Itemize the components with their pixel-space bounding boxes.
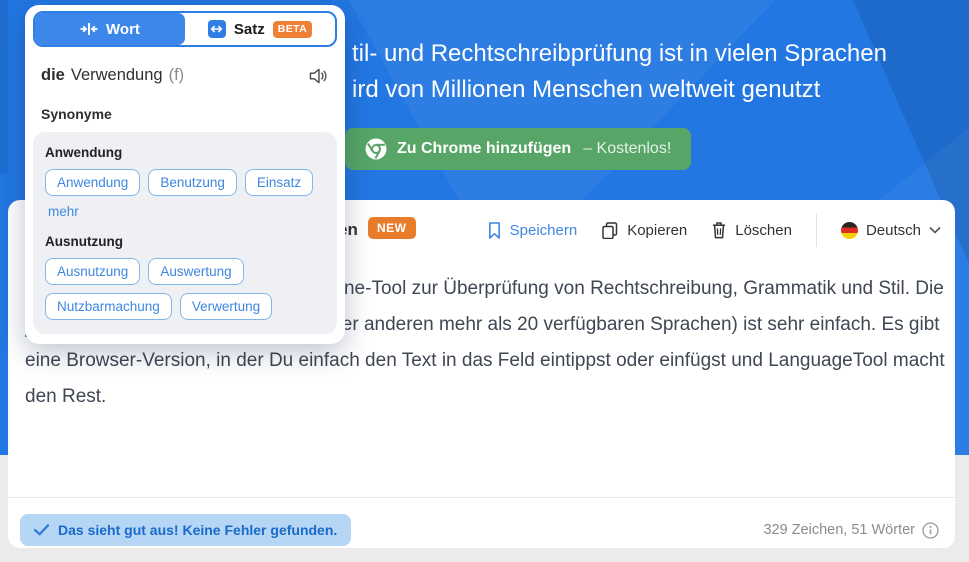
word-width-icon bbox=[80, 22, 98, 36]
tab-word[interactable]: Wort bbox=[35, 13, 185, 45]
info-icon[interactable] bbox=[922, 521, 939, 539]
language-label: Deutsch bbox=[865, 221, 921, 239]
popup-tab-bar: Wort Satz BETA bbox=[33, 11, 337, 47]
chevron-down-icon bbox=[929, 226, 941, 234]
new-badge: NEW bbox=[368, 217, 416, 239]
copy-icon bbox=[601, 221, 619, 239]
word-header: die Verwendung (f) bbox=[25, 66, 345, 85]
speaker-icon bbox=[308, 67, 329, 85]
beta-badge: BETA bbox=[272, 20, 313, 38]
check-icon bbox=[34, 524, 49, 536]
cta-label: Zu Chrome hinzufügen bbox=[397, 140, 572, 157]
synonym-chip[interactable]: Verwertung bbox=[179, 293, 273, 320]
text-line: den Rest. bbox=[25, 386, 107, 407]
status-message: Das sieht gut aus! Keine Fehler gefunden… bbox=[58, 522, 338, 538]
editor-toolbar: Speichern Kopieren Löschen Deutsch bbox=[487, 200, 941, 260]
page: til- und Rechtschreibprüfung ist in viel… bbox=[0, 0, 969, 562]
german-flag-icon bbox=[840, 221, 858, 239]
trash-icon bbox=[711, 221, 727, 239]
hero-headline-line2: ird von Millionen Menschen weltweit genu… bbox=[352, 76, 821, 103]
synonym-chip-row: Ausnutzung Auswertung Nutzbarmachung Ver… bbox=[45, 258, 325, 320]
word-count-text: 329 Zeichen, 51 Wörter bbox=[763, 522, 915, 538]
footer-divider bbox=[8, 497, 955, 498]
text-line: eine Browser-Version, in der Du einfach … bbox=[25, 350, 945, 371]
cta-sublabel: – Kostenlos! bbox=[583, 140, 672, 157]
more-synonyms-link[interactable]: mehr bbox=[48, 204, 79, 219]
synonym-group-label: Ausnutzung bbox=[45, 234, 123, 249]
chrome-icon bbox=[365, 138, 387, 160]
synonym-chip[interactable]: Nutzbarmachung bbox=[45, 293, 172, 320]
word-term: Verwendung bbox=[70, 66, 163, 84]
synonym-chip[interactable]: Ausnutzung bbox=[45, 258, 141, 285]
language-selector[interactable]: Deutsch bbox=[840, 221, 941, 239]
add-to-chrome-button[interactable]: Zu Chrome hinzufügen – Kostenlos! bbox=[345, 128, 692, 170]
synonym-popup: Wort Satz BETA die Verwendung (f) Synony… bbox=[25, 5, 345, 344]
copy-label: Kopieren bbox=[627, 221, 688, 239]
delete-button[interactable]: Löschen bbox=[711, 221, 792, 239]
tab-sentence-label: Satz bbox=[233, 20, 265, 38]
delete-label: Löschen bbox=[735, 221, 792, 239]
synonym-chip[interactable]: Einsatz bbox=[244, 169, 314, 196]
tab-word-label: Wort bbox=[106, 20, 140, 38]
word-article: die bbox=[41, 66, 65, 84]
status-badge: Das sieht gut aus! Keine Fehler gefunden… bbox=[20, 514, 352, 546]
pronounce-button[interactable] bbox=[308, 67, 329, 85]
save-button[interactable]: Speichern bbox=[487, 221, 578, 240]
hero-headline-line1: til- und Rechtschreibprüfung ist in viel… bbox=[352, 40, 887, 67]
copy-button[interactable]: Kopieren bbox=[601, 221, 687, 239]
hero-headline: til- und Rechtschreibprüfung ist in viel… bbox=[352, 36, 887, 108]
word-count: 329 Zeichen, 51 Wörter bbox=[763, 514, 939, 546]
synonyms-title: Synonyme bbox=[41, 106, 112, 122]
double-arrow-icon bbox=[207, 20, 226, 38]
synonyms-box: Anwendung Anwendung Benutzung Einsatz me… bbox=[33, 132, 337, 334]
synonym-chip[interactable]: Auswertung bbox=[148, 258, 244, 285]
tab-sentence[interactable]: Satz BETA bbox=[185, 13, 335, 45]
toolbar-divider bbox=[815, 213, 817, 247]
synonym-chip[interactable]: Benutzung bbox=[148, 169, 237, 196]
synonym-chip-row: Anwendung Benutzung Einsatz mehr bbox=[45, 169, 325, 219]
bookmark-icon bbox=[487, 221, 502, 240]
synonym-chip[interactable]: Anwendung bbox=[45, 169, 141, 196]
synonym-group-label: Anwendung bbox=[45, 145, 123, 160]
save-label: Speichern bbox=[509, 221, 578, 239]
word-gender: (f) bbox=[168, 66, 185, 84]
